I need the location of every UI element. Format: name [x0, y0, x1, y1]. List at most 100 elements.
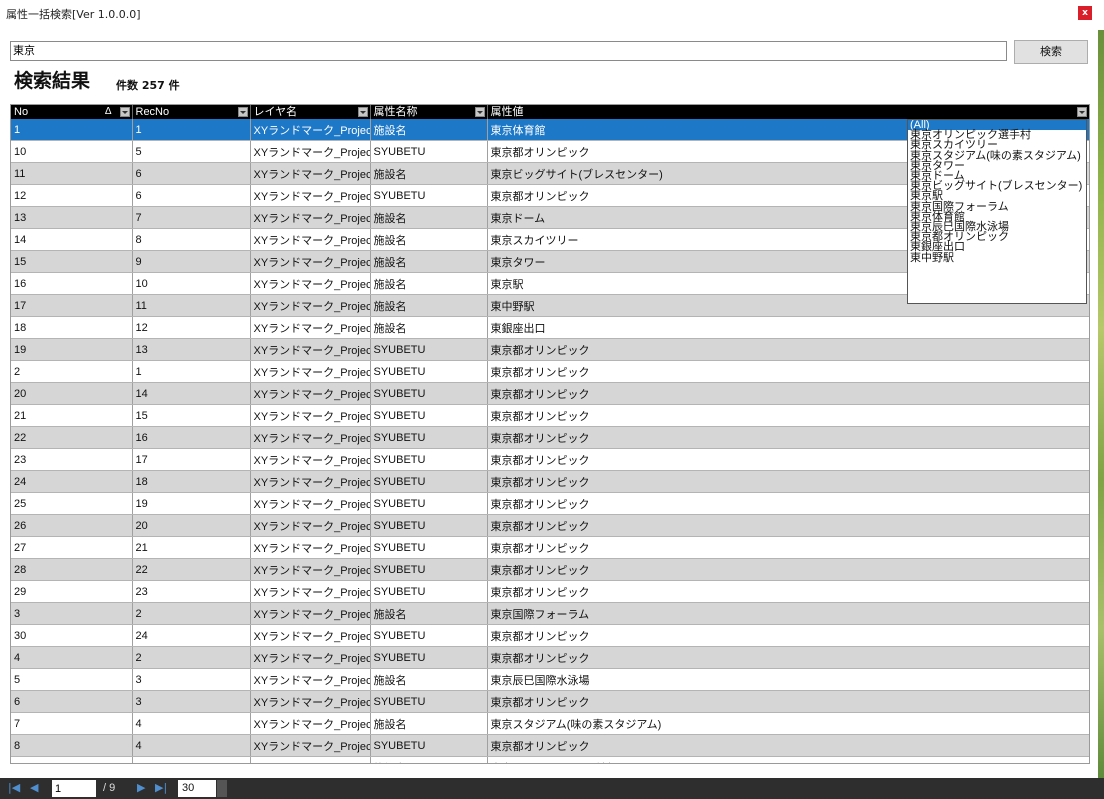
cell-no[interactable]: 11 [11, 162, 133, 185]
column-header-attr-value[interactable]: 属性値 [487, 105, 1089, 119]
cell-attr-name[interactable]: SYUBETU [370, 624, 488, 647]
cell-attr-name[interactable]: SYUBETU [370, 536, 488, 559]
cell-recno[interactable]: 3 [132, 668, 251, 691]
table-row[interactable]: 25 19 XYランドマーク_Projec... SYUBETU 東京都オリンピック [11, 492, 1089, 515]
cell-attr-value[interactable]: 東京都オリンピック [487, 338, 1089, 361]
cell-no[interactable]: 10 [11, 140, 133, 163]
cell-attr-value[interactable]: 東京都オリンピック [487, 470, 1089, 493]
cell-attr-name[interactable]: SYUBETU [370, 470, 488, 493]
cell-recno[interactable]: 13 [132, 338, 251, 361]
table-row[interactable]: 28 22 XYランドマーク_Projec... SYUBETU 東京都オリンピック [11, 558, 1089, 581]
cell-layer[interactable]: XYランドマーク_Projec... [250, 426, 371, 449]
cell-recno[interactable]: 10 [132, 272, 251, 295]
cell-layer[interactable]: XYランドマーク_Projec... [250, 360, 371, 383]
cell-no[interactable]: 29 [11, 580, 133, 603]
cell-attr-value[interactable]: 東京都オリンピック [487, 690, 1089, 713]
table-row[interactable]: 24 18 XYランドマーク_Projec... SYUBETU 東京都オリンピック [11, 470, 1089, 493]
cell-layer[interactable]: XYランドマーク_Projec... [250, 492, 371, 515]
table-row[interactable]: 4 2 XYランドマーク_Projec... SYUBETU 東京都オリンピック [11, 646, 1089, 669]
cell-attr-value[interactable]: 東京都オリンピック [487, 646, 1089, 669]
cell-layer[interactable]: XYランドマーク_Projec... [250, 690, 371, 713]
filter-dropdown-icon[interactable] [357, 107, 368, 117]
cell-attr-name[interactable]: 施設名 [370, 272, 488, 295]
cell-recno[interactable]: 8 [132, 228, 251, 251]
cell-attr-value[interactable]: 東京都オリンピック [487, 558, 1089, 581]
cell-no[interactable]: 6 [11, 690, 133, 713]
cell-recno[interactable]: 1 [132, 119, 251, 141]
filter-dropdown-icon[interactable] [474, 107, 485, 117]
cell-attr-name[interactable]: 施設名 [370, 712, 488, 735]
cell-layer[interactable]: XYランドマーク_Projec... [250, 119, 371, 141]
cell-recno[interactable]: 16 [132, 426, 251, 449]
prev-page-icon[interactable]: ◀ [30, 782, 38, 794]
search-input[interactable] [10, 41, 1007, 61]
cell-no[interactable]: 26 [11, 514, 133, 537]
cell-layer[interactable]: XYランドマーク_Projec... [250, 470, 371, 493]
cell-attr-name[interactable]: SYUBETU [370, 382, 488, 405]
cell-no[interactable]: 17 [11, 294, 133, 317]
cell-recno[interactable]: 5 [132, 140, 251, 163]
cell-recno[interactable]: 1 [132, 360, 251, 383]
cell-no[interactable]: 1 [11, 119, 133, 141]
cell-recno[interactable]: 2 [132, 602, 251, 625]
filter-dropdown-icon[interactable] [119, 107, 130, 117]
cell-no[interactable]: 5 [11, 668, 133, 691]
cell-attr-name[interactable]: SYUBETU [370, 360, 488, 383]
cell-attr-value[interactable]: 東銀座出口 [487, 316, 1089, 339]
cell-attr-value[interactable]: 東京都オリンピック [487, 492, 1089, 515]
cell-layer[interactable]: XYランドマーク_Projec... [250, 206, 371, 229]
table-row[interactable]: 95XYランドマーク_Projec...施設名東京オリンピック選手村 [11, 756, 1089, 763]
cell-layer[interactable]: XYランドマーク_Projec... [250, 228, 371, 251]
cell-no[interactable]: 16 [11, 272, 133, 295]
column-header-no[interactable]: No Δ [11, 105, 133, 119]
cell-recno[interactable]: 5 [132, 756, 251, 763]
cell-attr-name[interactable]: 施設名 [370, 294, 488, 317]
cell-attr-name[interactable]: 施設名 [370, 668, 488, 691]
cell-attr-name[interactable]: 施設名 [370, 250, 488, 273]
attr-value-filter-dropdown[interactable]: (All) 東京オリンピック選手村 東京スカイツリー 東京スタジアム(味の素スタジアム… [907, 119, 1087, 304]
cell-attr-value[interactable]: 東京都オリンピック [487, 404, 1089, 427]
cell-no[interactable]: 15 [11, 250, 133, 273]
cell-no[interactable]: 7 [11, 712, 133, 735]
cell-attr-name[interactable]: SYUBETU [370, 184, 488, 207]
first-page-icon[interactable]: |◀ [8, 782, 20, 794]
cell-layer[interactable]: XYランドマーク_Projec... [250, 140, 371, 163]
cell-recno[interactable]: 6 [132, 184, 251, 207]
cell-attr-name[interactable]: 施設名 [370, 162, 488, 185]
table-row[interactable]: 22 16 XYランドマーク_Projec... SYUBETU 東京都オリンピック [11, 426, 1089, 449]
cell-layer[interactable]: XYランドマーク_Projec... [250, 646, 371, 669]
close-button[interactable]: x [1078, 6, 1092, 20]
table-row[interactable]: 8 4 XYランドマーク_Projec... SYUBETU 東京都オリンピック [11, 734, 1089, 757]
cell-attr-name[interactable]: SYUBETU [370, 690, 488, 713]
cell-attr-name[interactable]: SYUBETU [370, 404, 488, 427]
cell-recno[interactable]: 7 [132, 206, 251, 229]
cell-attr-name[interactable]: SYUBETU [370, 514, 488, 537]
cell-attr-value[interactable]: 東京都オリンピック [487, 514, 1089, 537]
cell-layer[interactable]: XYランドマーク_Projec... [250, 536, 371, 559]
cell-layer[interactable]: XYランドマーク_Projec... [250, 756, 371, 763]
cell-recno[interactable]: 4 [132, 734, 251, 757]
filter-dropdown-icon[interactable] [1076, 107, 1087, 117]
table-row[interactable]: 23 17 XYランドマーク_Projec... SYUBETU 東京都オリンピック [11, 448, 1089, 471]
cell-no[interactable]: 18 [11, 316, 133, 339]
cell-attr-name[interactable]: 施設名 [370, 316, 488, 339]
cell-recno[interactable]: 24 [132, 624, 251, 647]
cell-attr-name[interactable]: 施設名 [370, 206, 488, 229]
next-page-icon[interactable]: ▶ [137, 782, 145, 794]
cell-attr-value[interactable]: 東京都オリンピック [487, 580, 1089, 603]
cell-attr-name[interactable]: 施設名 [370, 756, 488, 763]
cell-layer[interactable]: XYランドマーク_Projec... [250, 602, 371, 625]
cell-attr-value[interactable]: 東京オリンピック選手村 [487, 756, 1089, 763]
cell-recno[interactable]: 19 [132, 492, 251, 515]
cell-recno[interactable]: 17 [132, 448, 251, 471]
cell-layer[interactable]: XYランドマーク_Projec... [250, 162, 371, 185]
cell-layer[interactable]: XYランドマーク_Projec... [250, 272, 371, 295]
cell-layer[interactable]: XYランドマーク_Projec... [250, 338, 371, 361]
search-button[interactable]: 検索 [1014, 40, 1088, 64]
table-row[interactable]: 6 3 XYランドマーク_Projec... SYUBETU 東京都オリンピック [11, 690, 1089, 713]
cell-layer[interactable]: XYランドマーク_Projec... [250, 624, 371, 647]
cell-no[interactable]: 9 [11, 756, 133, 763]
cell-layer[interactable]: XYランドマーク_Projec... [250, 294, 371, 317]
cell-no[interactable]: 20 [11, 382, 133, 405]
cell-no[interactable]: 23 [11, 448, 133, 471]
